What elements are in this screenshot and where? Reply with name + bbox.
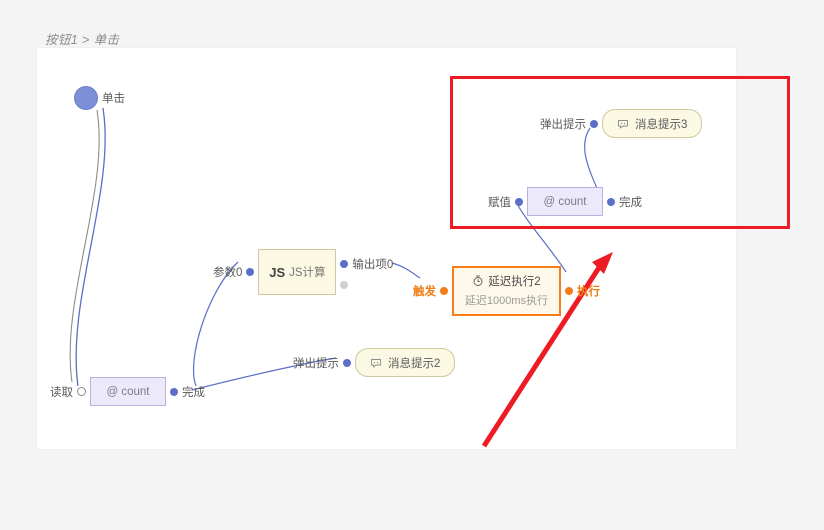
delay-subtitle: 延迟1000ms执行 [464, 295, 549, 307]
assign-done-label: 完成 [619, 196, 642, 209]
node-js[interactable]: 参数0 JS JS计算 输出项0 [213, 249, 393, 295]
assign-port-label: 赋值 [488, 196, 511, 209]
message2-port-dot[interactable] [343, 358, 351, 367]
message3-port-label: 弹出提示 [540, 118, 586, 131]
assign-done-port-dot[interactable] [607, 197, 615, 206]
assign-port-dot[interactable] [515, 197, 523, 206]
read-done-port-dot[interactable] [170, 387, 178, 396]
message3-title: 消息提示3 [635, 118, 688, 131]
delay-exec-label: 执行 [577, 286, 600, 298]
start-circle-icon[interactable] [74, 86, 98, 110]
message2-port-label: 弹出提示 [293, 357, 339, 370]
chat-icon [371, 358, 381, 367]
read-done-label: 完成 [182, 386, 205, 399]
node-message3[interactable]: 弹出提示 消息提示3 [540, 109, 703, 138]
assign-count-value[interactable]: @ count [527, 187, 603, 216]
node-delay[interactable]: 触发 延迟执行2 延迟1000ms执行 执行 [413, 266, 600, 316]
delay-title: 延迟执行2 [488, 276, 541, 288]
delay-trigger-label: 触发 [413, 286, 436, 298]
js-secondary-port-dot[interactable] [340, 280, 349, 289]
js-title: JS计算 [289, 267, 326, 279]
app-root: 按钮1 > 单击 单击 读取 @ count 完成 参数0 JS JS计算 输出… [0, 0, 824, 530]
js-output-label: 输出项0 [352, 258, 394, 271]
message3-body[interactable]: 消息提示3 [602, 109, 703, 138]
js-badge: JS [269, 264, 286, 280]
message2-title: 消息提示2 [388, 357, 441, 370]
node-message2[interactable]: 弹出提示 消息提示2 [293, 348, 456, 377]
hollow-circle-icon[interactable] [77, 387, 86, 396]
js-param-port-dot[interactable] [246, 268, 255, 276]
node-assign-count[interactable]: 赋值 @ count 完成 [488, 187, 642, 216]
start-label: 单击 [102, 93, 125, 105]
js-output-port-dot[interactable] [340, 259, 349, 268]
read-count-value[interactable]: @ count [90, 377, 166, 406]
delay-title-row: 延迟执行2 [472, 273, 541, 289]
delay-trigger-port-dot[interactable] [440, 287, 448, 295]
delay-node-body[interactable]: 延迟执行2 延迟1000ms执行 [452, 266, 561, 316]
breadcrumb[interactable]: 按钮1 > 单击 [45, 29, 119, 48]
read-port-label: 读取 [50, 386, 73, 399]
node-start[interactable]: 单击 [74, 86, 125, 110]
js-param-label: 参数0 [213, 267, 243, 279]
message3-port-dot[interactable] [590, 119, 598, 128]
node-read-count[interactable]: 读取 @ count 完成 [50, 377, 205, 406]
message2-body[interactable]: 消息提示2 [355, 348, 456, 377]
chat-icon [618, 119, 628, 128]
clock-icon [473, 275, 483, 286]
js-node-body[interactable]: JS JS计算 [258, 249, 337, 295]
delay-exec-port-dot[interactable] [565, 287, 573, 295]
